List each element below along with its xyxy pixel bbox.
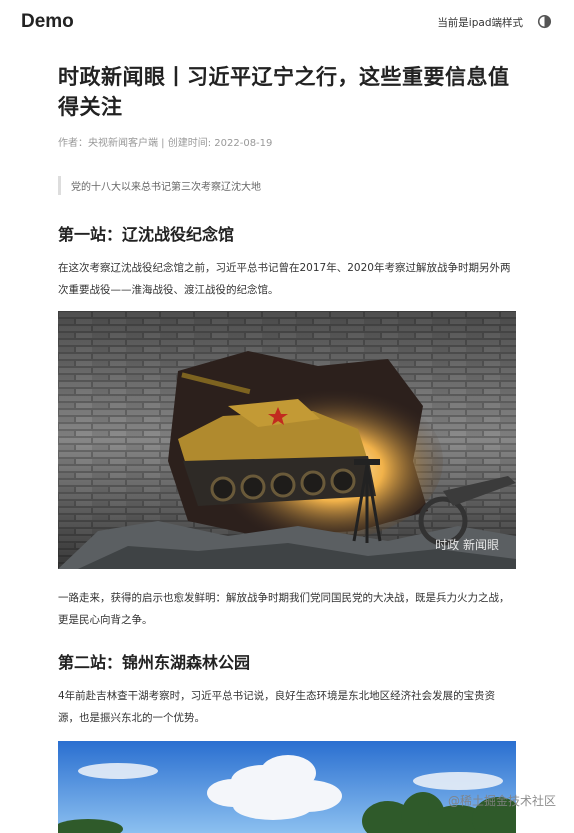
brand-logo[interactable]: Demo [21,11,74,33]
article-quote: 党的十八大以来总书记第三次考察辽沈大地 [58,176,516,195]
section-2-paragraph-1: 4年前赴吉林查干湖考察时，习近平总书记说，良好生态环境是东北地区经济社会发展的宝… [58,690,496,724]
page-watermark: @稀土掘金技术社区 [448,794,557,808]
section-1-paragraph-1: 在这次考察辽沈战役纪念馆之前，习近平总书记曾在2017年、2020年考察过解放战… [58,262,511,296]
article-title: 时政新闻眼丨习近平辽宁之行，这些重要信息值得关注 [58,65,510,119]
device-mode-label: 当前是ipad端样式 [437,17,523,29]
image-watermark: 时政 新闻眼 [435,538,499,552]
half-moon-icon[interactable] [537,14,552,29]
top-bar: Demo 当前是ipad端样式 [0,0,574,46]
article: 时政新闻眼丨习近平辽宁之行，这些重要信息值得关注 作者：央视新闻客户端 | 创建… [58,62,516,833]
section-heading-1: 第一站：辽沈战役纪念馆 [58,225,235,244]
tank-exhibit-photo: 时政 新闻眼 [58,311,516,569]
forest-park-photo [58,741,516,833]
section-heading-2: 第二站：锦州东湖森林公园 [58,653,251,672]
article-meta: 作者：央视新闻客户端 | 创建时间: 2022-08-19 [58,138,273,149]
section-1-paragraph-2: 一路走来，获得的启示也愈发鲜明：解放战争时期我们党同国民党的大决战，既是兵力火力… [58,592,510,626]
